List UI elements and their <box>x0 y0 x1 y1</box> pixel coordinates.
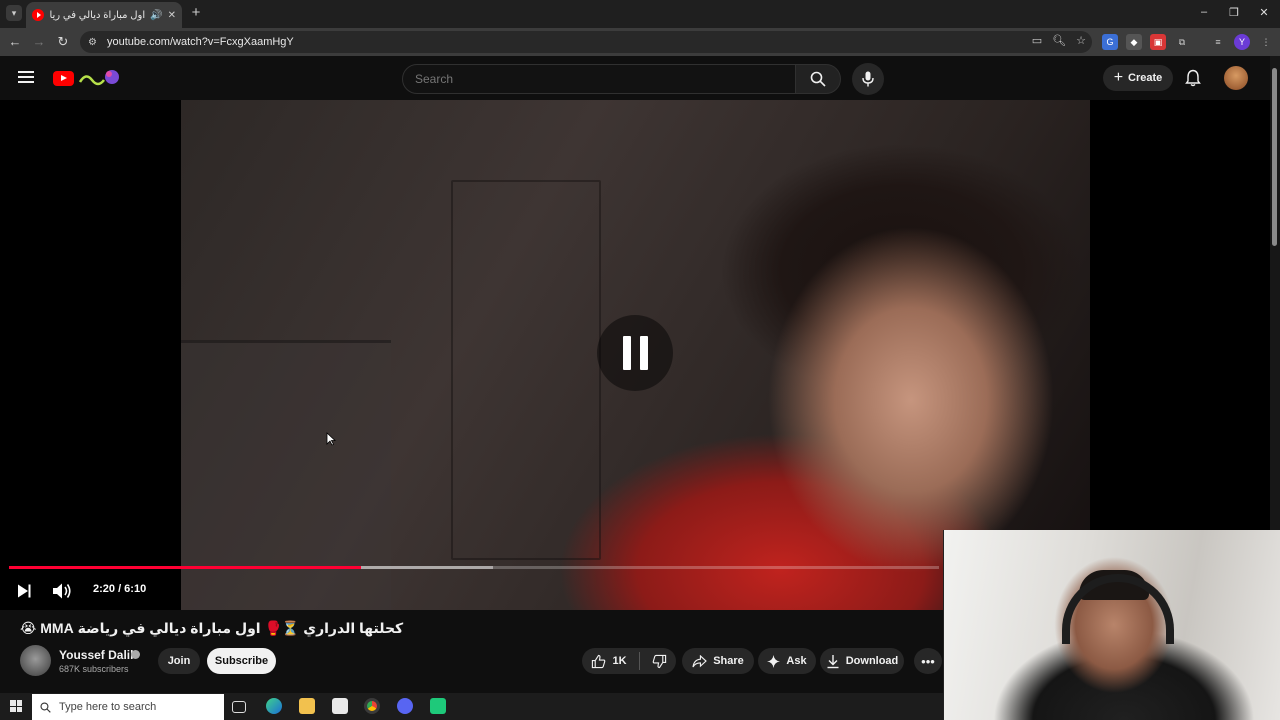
scrollbar-thumb[interactable] <box>1272 68 1277 246</box>
mouse-cursor-icon <box>326 432 336 446</box>
account-avatar[interactable] <box>1224 66 1248 90</box>
address-bar[interactable]: ⚙ youtube.com/watch?v=FcxgXaamHgY ▭ 🔍︎ ☆ <box>80 31 1092 53</box>
taskbar-search-icon <box>40 701 51 713</box>
more-actions-button[interactable]: ••• <box>914 648 942 674</box>
task-view-icon[interactable] <box>232 701 246 713</box>
like-count[interactable]: 1K <box>612 655 626 667</box>
edge-browser-icon[interactable] <box>266 698 282 714</box>
time-display: 2:20 / 6:10 <box>93 583 147 595</box>
video-title: كحلتها الدراري ⏳🥊 اول مباراة ديالي في ري… <box>20 620 404 636</box>
bookmark-star-icon[interactable]: ☆ <box>1076 34 1086 47</box>
url-text: youtube.com/watch?v=FcxgXaamHgY <box>106 36 294 48</box>
store-icon[interactable] <box>332 698 348 714</box>
tab-close-icon[interactable]: ✕ <box>168 10 176 21</box>
new-tab-button[interactable]: + <box>188 5 204 21</box>
verified-badge-icon <box>131 650 140 659</box>
search-input[interactable] <box>415 72 795 86</box>
plus-icon: + <box>1113 69 1124 86</box>
windows-start-icon[interactable] <box>10 700 22 712</box>
reload-icon[interactable]: ↻ <box>55 34 71 50</box>
pause-indicator-icon <box>597 315 673 391</box>
extensions-puzzle-icon[interactable]: ⧉ <box>1174 34 1190 50</box>
media-controls-icon[interactable]: ≡ <box>1210 34 1226 50</box>
doodle-logo-icon <box>78 70 119 86</box>
microphone-icon <box>862 71 874 87</box>
browser-tab-active[interactable]: اول مباراة ديالي في رياضة MMA 🔊 ✕ <box>26 2 182 28</box>
close-window-button[interactable]: ✕ <box>1256 6 1272 19</box>
download-button[interactable]: Download <box>820 648 904 674</box>
download-label: Download <box>845 655 899 667</box>
webcam-headset <box>1062 574 1174 644</box>
minimize-button[interactable]: – <box>1196 6 1212 18</box>
play-button-icon[interactable] <box>17 584 31 598</box>
background-cabinet <box>181 340 391 610</box>
zoom-icon[interactable]: 🔍︎ <box>1052 34 1066 47</box>
cast-icon[interactable]: ▭ <box>1032 34 1042 47</box>
youtube-play-logo-icon <box>53 70 74 86</box>
progress-bar[interactable] <box>9 566 939 569</box>
join-button[interactable]: Join <box>158 648 200 674</box>
browser-toolbar: ← → ↻ ⚙ youtube.com/watch?v=FcxgXaamHgY … <box>0 28 1280 56</box>
channel-name[interactable]: Youssef Dalil <box>59 648 133 662</box>
webcam-overlay <box>943 530 1280 720</box>
search-button[interactable] <box>795 64 841 94</box>
youtube-favicon-icon <box>32 9 44 21</box>
browser-tab-bar: ▾ اول مباراة ديالي في رياضة MMA 🔊 ✕ + – … <box>0 0 1280 28</box>
played-bar <box>9 566 361 569</box>
back-arrow-icon[interactable]: ← <box>7 34 23 50</box>
extension-diamond-icon[interactable]: ◆ <box>1126 34 1142 50</box>
hamburger-menu-icon[interactable] <box>18 71 34 83</box>
voice-search-button[interactable] <box>852 63 884 95</box>
sparkle-icon <box>767 654 781 668</box>
windows-taskbar: Type here to search <box>0 693 943 720</box>
create-button[interactable]: + Create <box>1103 65 1173 91</box>
app-green-icon[interactable] <box>430 698 446 714</box>
restore-button[interactable]: ❐ <box>1226 6 1242 19</box>
search-icon <box>810 71 826 87</box>
channel-avatar[interactable] <box>20 645 51 676</box>
profile-icon[interactable]: Y <box>1234 34 1250 50</box>
share-label: Share <box>713 655 744 667</box>
share-arrow-icon <box>692 654 708 667</box>
discord-icon[interactable] <box>397 698 413 714</box>
like-dislike-group: 1K <box>582 648 676 674</box>
browser-menu-icon[interactable]: ⋮ <box>1258 34 1274 50</box>
tab-title: اول مباراة ديالي في رياضة MMA <box>49 9 146 21</box>
like-thumb-up-icon[interactable] <box>591 654 606 669</box>
youtube-logo[interactable] <box>53 68 121 88</box>
volume-icon[interactable] <box>52 582 72 600</box>
subscribe-button[interactable]: Subscribe <box>207 648 276 674</box>
share-button[interactable]: Share <box>682 648 754 674</box>
extension-red-icon[interactable]: ▣ <box>1150 34 1166 50</box>
site-info-icon[interactable]: ⚙ <box>88 37 97 48</box>
translate-extension-icon[interactable]: G <box>1102 34 1118 50</box>
tab-search-chevron-icon[interactable]: ▾ <box>6 5 22 21</box>
forward-arrow-icon[interactable]: → <box>31 34 47 50</box>
youtube-header: + Create <box>0 56 1270 100</box>
chrome-browser-icon[interactable] <box>364 698 380 714</box>
search-box[interactable] <box>402 64 796 94</box>
download-icon <box>827 654 839 668</box>
subscriber-count: 687K subscribers <box>59 664 129 674</box>
dislike-thumb-down-icon[interactable] <box>652 654 667 669</box>
file-explorer-icon[interactable] <box>299 698 315 714</box>
taskbar-search-placeholder: Type here to search <box>59 701 157 713</box>
audio-playing-icon[interactable]: 🔊 <box>150 10 162 21</box>
create-label: Create <box>1128 72 1163 84</box>
like-divider <box>638 652 640 670</box>
notifications-bell-icon[interactable] <box>1184 69 1202 87</box>
ask-button[interactable]: Ask <box>758 648 816 674</box>
background-door <box>451 180 601 560</box>
taskbar-search-box[interactable]: Type here to search <box>32 694 224 720</box>
ask-label: Ask <box>786 655 807 667</box>
